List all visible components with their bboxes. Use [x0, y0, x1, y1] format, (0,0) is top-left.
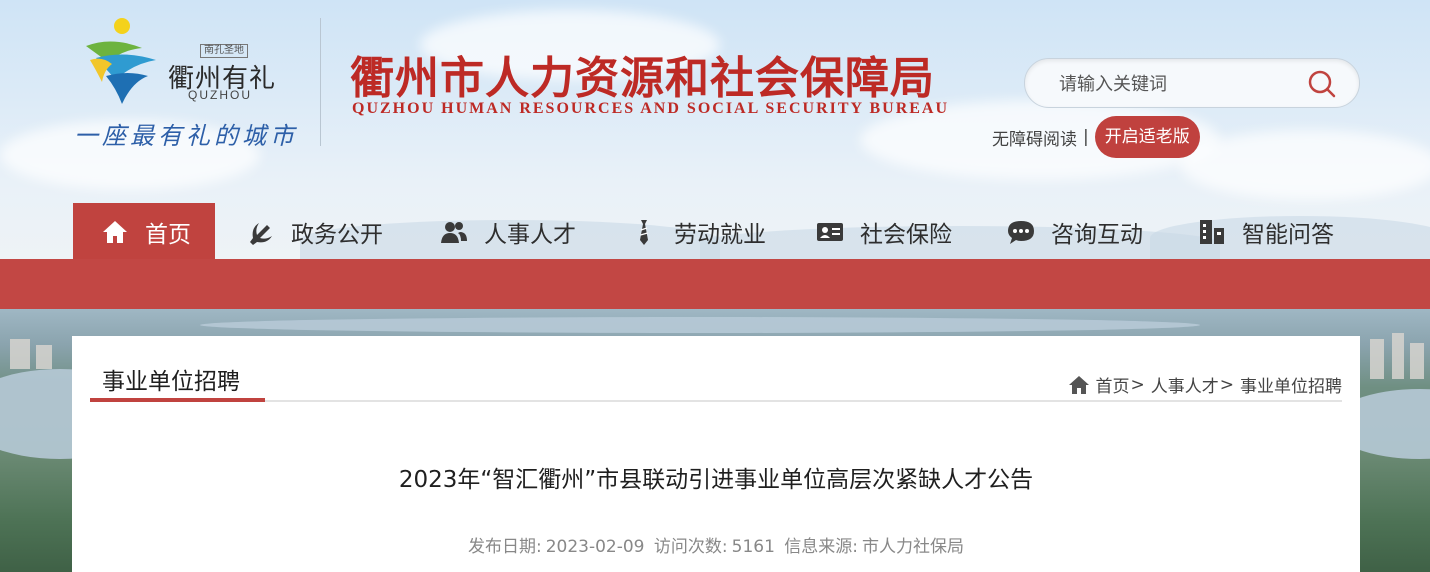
- logo-tag: 南孔圣地: [200, 44, 248, 58]
- nav-item-labor-employment[interactable]: 劳动就业: [630, 203, 766, 260]
- content-card: 事业单位招聘 首页 > 人事人才 > 事业单位招聘 2023年“智汇衢州”市县联…: [72, 336, 1360, 572]
- accessibility-bar: 无障碍阅读 | 开启适老版: [992, 116, 1200, 158]
- elder-mode-button[interactable]: 开启适老版: [1094, 116, 1200, 158]
- meta-date-label: 发布日期:: [467, 537, 542, 557]
- meta-date: 2023-02-09: [545, 537, 645, 557]
- river-decoration: [200, 317, 1200, 333]
- breadcrumb-personnel-talent[interactable]: 人事人才: [1151, 372, 1219, 397]
- nav-label: 咨询互动: [1051, 221, 1143, 248]
- logo-english: QUZHOU: [188, 88, 252, 102]
- city-logo[interactable]: 南孔圣地 衢州有礼 QUZHOU 一座最有礼的城市: [74, 16, 316, 156]
- building-decoration: [1392, 333, 1404, 379]
- accessibility-separator: |: [1083, 127, 1089, 147]
- meta-source-label: 信息来源:: [784, 537, 859, 557]
- nav-item-personnel-talent[interactable]: 人事人才: [440, 203, 576, 260]
- search-box: [1024, 58, 1360, 108]
- party-emblem-icon: [250, 222, 272, 245]
- nav-label: 人事人才: [484, 221, 576, 248]
- section-title: 事业单位招聘: [102, 369, 240, 395]
- bureau-title[interactable]: 衢州市人力资源和社会保障局: [350, 42, 935, 106]
- nav-item-home[interactable]: 首页: [73, 203, 215, 260]
- home-icon: [1068, 375, 1089, 394]
- nav-item-smart-qa[interactable]: 智能问答: [1198, 203, 1334, 260]
- site-header: 南孔圣地 衢州有礼 QUZHOU 一座最有礼的城市 衢州市人力资源和社会保障局 …: [0, 0, 1430, 260]
- building-decoration: [1410, 343, 1424, 379]
- bureau-english-title: QUZHOU HUMAN RESOURCES AND SOCIAL SECURI…: [352, 100, 950, 117]
- logo-mark-icon: [86, 41, 156, 104]
- section-divider: [90, 400, 1342, 402]
- people-icon: [441, 221, 467, 243]
- breadcrumb: 首页 > 人事人才 > 事业单位招聘: [1068, 372, 1342, 397]
- nav-item-social-insurance[interactable]: 社会保险: [816, 203, 952, 260]
- nav-red-band: [0, 259, 1430, 309]
- home-icon: [103, 220, 127, 243]
- article-meta: 发布日期: 2023-02-09 访问次数: 5161 信息来源: 市人力社保局: [72, 532, 1360, 557]
- meta-views: 5161: [731, 537, 775, 557]
- meta-views-label: 访问次数:: [653, 537, 728, 557]
- id-card-icon: [817, 222, 843, 241]
- cloud-decoration: [1180, 130, 1430, 200]
- nav-label: 政务公开: [291, 221, 383, 248]
- logo-sun-icon: [114, 18, 130, 34]
- nav-label: 智能问答: [1242, 221, 1334, 248]
- logo-slogan: 一座最有礼的城市: [74, 122, 298, 150]
- nav-label: 社会保险: [860, 221, 952, 248]
- breadcrumb-separator: >: [1219, 374, 1234, 395]
- building-decoration: [1370, 339, 1384, 379]
- building-icon: [1200, 219, 1224, 244]
- logo-divider: [320, 18, 321, 146]
- main-nav: 首页 政务公开 人事人才 劳动就业 社会保险 咨询互动 智能问答: [0, 203, 1430, 260]
- nav-item-consultation[interactable]: 咨询互动: [1007, 203, 1143, 260]
- barrier-free-link[interactable]: 无障碍阅读: [992, 125, 1077, 150]
- nav-label: 劳动就业: [674, 221, 766, 248]
- chat-icon: [1008, 220, 1034, 244]
- breadcrumb-current[interactable]: 事业单位招聘: [1240, 372, 1342, 397]
- nav-label: 首页: [145, 221, 191, 248]
- search-icon[interactable]: [1307, 69, 1337, 99]
- tie-icon: [640, 219, 648, 245]
- article-title: 2023年“智汇衢州”市县联动引进事业单位高层次紧缺人才公告: [398, 467, 1034, 493]
- breadcrumb-home[interactable]: 首页: [1096, 372, 1130, 397]
- nav-item-government-affairs[interactable]: 政务公开: [247, 203, 383, 260]
- section-title-underline: [90, 398, 265, 402]
- meta-source: 市人力社保局: [862, 537, 965, 557]
- breadcrumb-separator: >: [1130, 374, 1145, 395]
- building-decoration: [10, 339, 30, 369]
- search-input[interactable]: [1059, 71, 1299, 97]
- building-decoration: [36, 345, 52, 369]
